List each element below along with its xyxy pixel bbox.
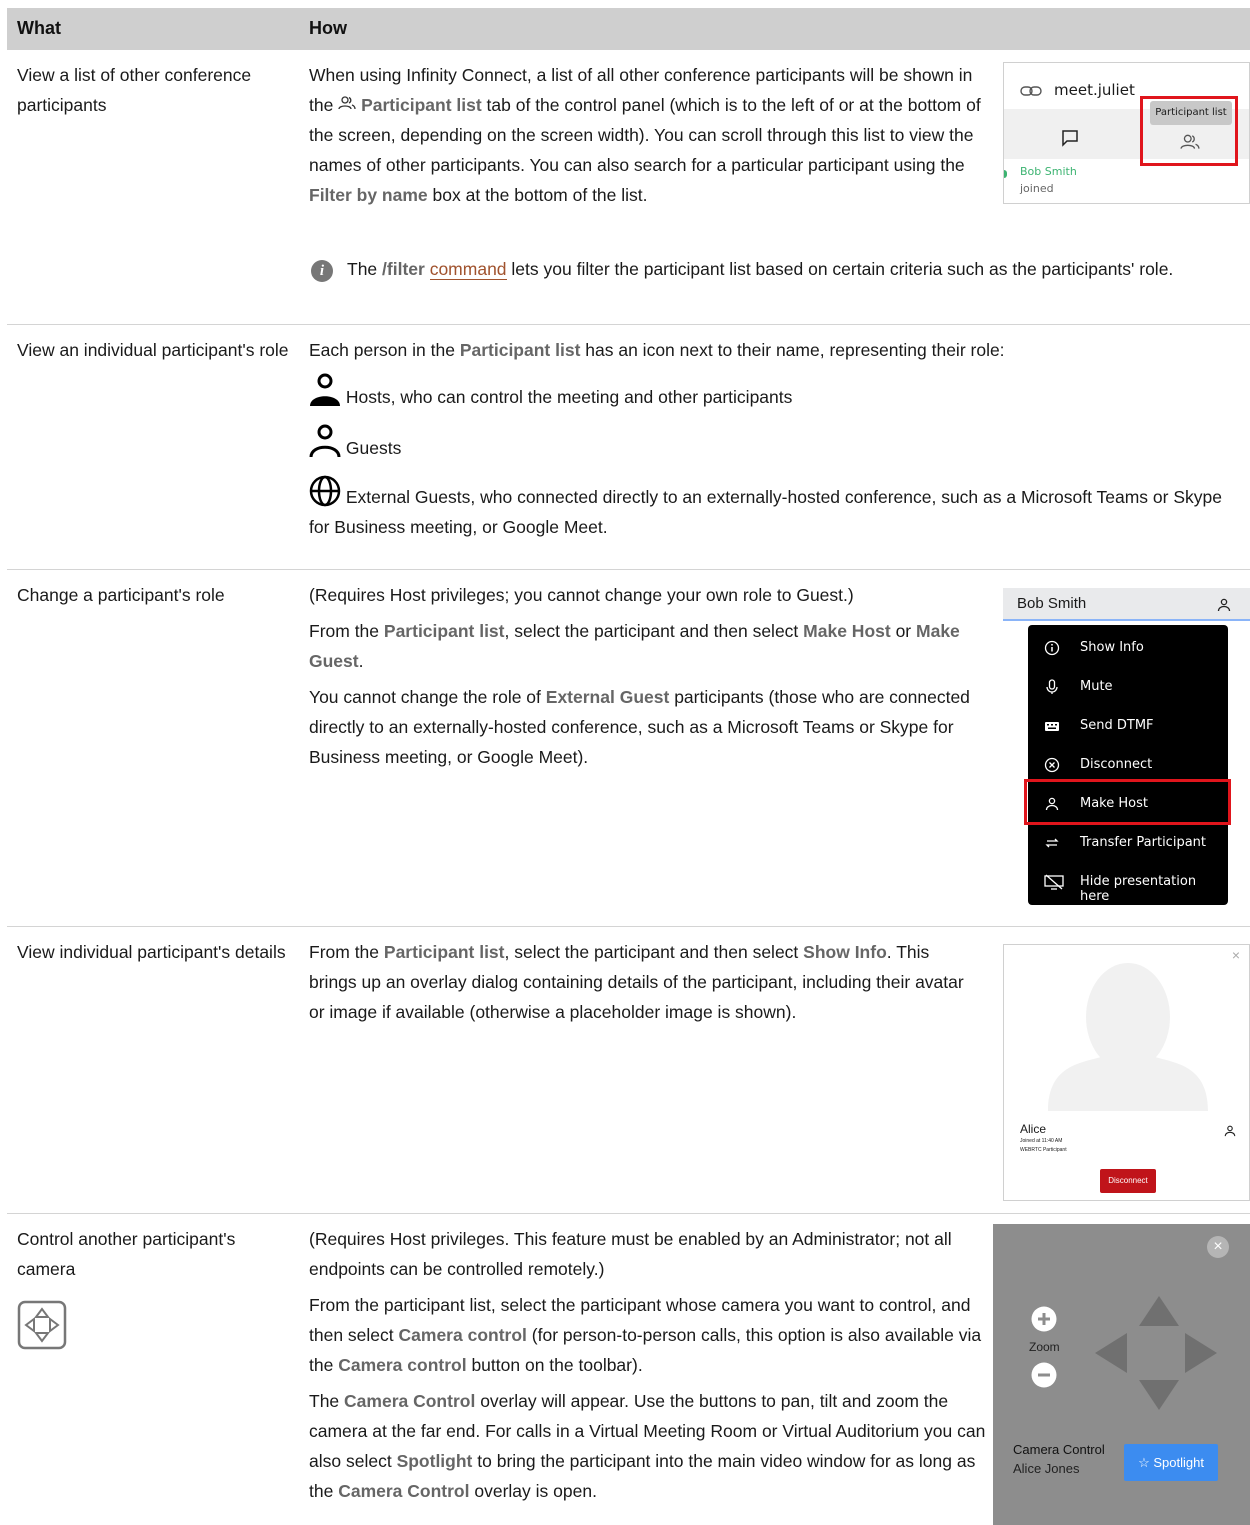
row-how: (Requires Host privileges; you cannot ch…	[309, 585, 970, 767]
tilt-up-button[interactable]	[1139, 1296, 1179, 1326]
participant-type: WEBRTC Participant	[1020, 1147, 1067, 1153]
row-what: View an individual participant's role	[17, 340, 289, 360]
tilt-down-button[interactable]	[1139, 1380, 1179, 1410]
menu-item-send-dtmf[interactable]: Send DTMF	[1028, 707, 1228, 746]
guest-icon	[309, 424, 341, 458]
participants-icon	[338, 96, 356, 110]
table-row: Change a participant's role (Requires Ho…	[7, 570, 1250, 927]
transfer-icon	[1045, 838, 1059, 848]
row-what: View a list of other conference particip…	[17, 65, 252, 115]
close-circle-icon	[1044, 757, 1060, 773]
row-how: From the Participant list, select the pa…	[309, 942, 964, 1022]
host-icon	[310, 373, 340, 406]
table-row: View a list of other conference particip…	[7, 50, 1250, 325]
meeting-alias: meet.juliet	[1054, 81, 1135, 99]
participant-row[interactable]: Bob Smith	[1003, 588, 1250, 621]
camera-control-icon	[17, 1300, 67, 1350]
info-icon	[1044, 640, 1060, 656]
chat-icon[interactable]	[1061, 129, 1079, 147]
pan-left-button[interactable]	[1095, 1333, 1127, 1373]
participant-name: Alice Jones	[1013, 1461, 1080, 1476]
participant-menu: Show Info Mute Send DTMF Disconnect Make…	[1028, 625, 1228, 905]
participant-name: Bob Smith	[1017, 595, 1087, 612]
camera-control-overlay: × Zoom Camera Control Alice Jones ☆ Spot…	[993, 1224, 1250, 1525]
row-what: Change a participant's role	[17, 585, 225, 605]
row-what: View individual participant's details	[17, 942, 286, 962]
zoom-label: Zoom	[1029, 1340, 1060, 1354]
header-what: What	[17, 18, 61, 38]
pan-tilt-pad	[1095, 1296, 1217, 1410]
close-button[interactable]: ×	[1207, 1236, 1229, 1258]
avatar-placeholder	[1048, 963, 1208, 1111]
participant-name: Alice	[1020, 1122, 1047, 1136]
zoom-in-button[interactable]	[1031, 1306, 1057, 1332]
info-note: i The /filter command lets you filter th…	[309, 254, 1249, 284]
overlay-title: Camera Control	[1013, 1442, 1105, 1457]
globe-icon	[309, 475, 341, 507]
info-icon: i	[311, 260, 333, 282]
table-header: What How	[7, 8, 1250, 50]
hide-presentation-icon	[1044, 874, 1064, 890]
pan-right-button[interactable]	[1185, 1333, 1217, 1373]
highlight-box	[1024, 779, 1231, 825]
guest-icon	[1224, 1125, 1236, 1137]
microphone-icon	[1046, 679, 1058, 694]
row-how: When using Infinity Connect, a list of a…	[309, 65, 981, 205]
star-icon: ☆	[1138, 1455, 1150, 1470]
keyboard-icon	[1045, 722, 1059, 731]
table-row: View an individual participant's role Ea…	[7, 325, 1250, 570]
close-icon[interactable]: ×	[1232, 947, 1240, 963]
table-row: Control another participant's camera (Re…	[7, 1214, 1250, 1525]
spotlight-button[interactable]: ☆ Spotlight	[1124, 1444, 1218, 1481]
guest-icon	[1217, 598, 1231, 612]
highlight-box	[1140, 96, 1238, 166]
table-row: View individual participant's details Fr…	[7, 927, 1250, 1214]
menu-item-mute[interactable]: Mute	[1028, 668, 1228, 707]
disconnect-button[interactable]: Disconnect	[1100, 1169, 1156, 1193]
menu-item-transfer[interactable]: Transfer Participant	[1028, 824, 1228, 863]
row-how: Each person in the Participant list has …	[309, 340, 1222, 537]
header-how: How	[309, 18, 347, 38]
command-link[interactable]: command	[429, 259, 507, 280]
zoom-out-button[interactable]	[1031, 1362, 1057, 1388]
participant-info-dialog: × Alice Joined at 11:40 AM WEBRTC Partic…	[1003, 944, 1250, 1201]
participant-status: joined	[1020, 182, 1054, 195]
participant-name: Bob Smith	[1020, 165, 1077, 178]
row-how: (Requires Host privileges. This feature …	[309, 1229, 986, 1501]
link-icon	[1020, 86, 1042, 96]
row-what: Control another participant's camera	[17, 1224, 292, 1350]
participant-list-screenshot: meet.juliet Participant list Bob Smith j…	[1003, 62, 1250, 204]
joined-time: Joined at 11:40 AM	[1020, 1138, 1063, 1144]
menu-item-show-info[interactable]: Show Info	[1028, 629, 1228, 668]
menu-item-hide-presentation[interactable]: Hide presentation here	[1028, 863, 1228, 904]
